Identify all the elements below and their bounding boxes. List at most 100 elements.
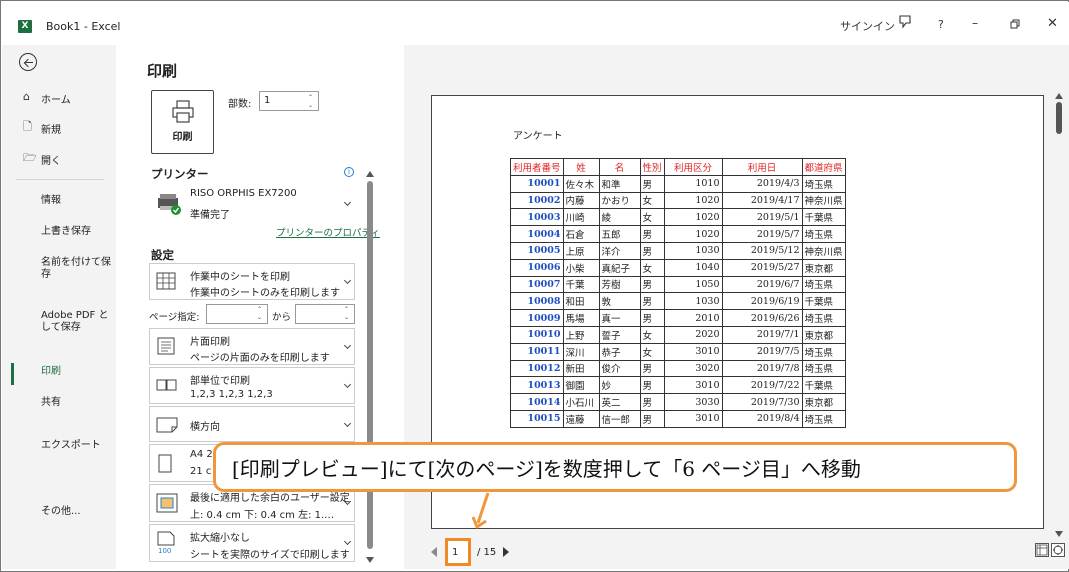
previous-page-icon[interactable] [431,547,437,557]
nav-home[interactable]: ⌂ ホーム [2,90,116,107]
table-cell: 男 [639,309,665,327]
current-page-input[interactable]: 1 [445,538,471,566]
nav-save[interactable]: 上書き保存 [41,226,113,238]
scroll-up-icon[interactable] [366,171,374,177]
table-cell: 男 [639,292,665,311]
table-row: 10008 和田敦男 1030 2019/6/19 千葉県 [510,292,846,311]
nav-more[interactable]: その他... [41,506,113,518]
print-scope-desc: 作業中のシートのみを印刷します [190,288,340,299]
nav-info[interactable]: 情報 [41,195,113,207]
table-cell: 2019/4/3 [721,174,803,193]
table-cell: 千葉 [562,275,600,294]
print-scope-dropdown[interactable]: 作業中のシートを印刷 作業中のシートのみを印刷します [149,263,355,300]
back-arrow-icon[interactable] [19,53,37,71]
collate-dropdown[interactable]: 部単位で印刷 1,2,3 1,2,3 1,2,3 [149,367,355,404]
spin-up-icon[interactable]: ⌃ [344,307,351,313]
table-cell: かおり [598,191,641,210]
collate-desc: 1,2,3 1,2,3 1,2,3 [190,389,273,400]
table-row: 10003 川崎綾女 1020 2019/5/1 千葉県 [510,208,846,227]
table-cell: 2019/7/8 [721,359,803,378]
signin-link[interactable]: サインイン [840,18,895,34]
settings-scrollbar[interactable] [365,171,375,563]
table-cell: 3010 [663,342,723,361]
table-cell: 東京都 [801,258,846,277]
table-cell: 真紀子 [598,258,641,277]
table-cell: 五郎 [598,225,641,243]
table-cell: 10013 [510,376,564,395]
chevron-down-icon [343,537,352,546]
home-icon: ⌂ [23,90,30,103]
spin-up-icon[interactable]: ⌃ [257,307,264,313]
sides-dropdown[interactable]: 片面印刷 ページの片面のみを印刷します [149,328,355,365]
backstage-nav: ⌂ ホーム 🗋 新規 🗁 開く 情報 上書き保存 名前を付けて保存 Adobe … [2,45,116,569]
zoom-to-page-icon[interactable] [1051,543,1065,557]
nav-export[interactable]: エクスポート [41,440,113,452]
table-cell: 1030 [663,241,723,260]
column-header: 都道府県 [801,158,846,176]
close-icon[interactable]: ✕ [1047,16,1058,31]
table-cell: 10011 [510,342,564,361]
printer-dropdown[interactable]: RISO ORPHIS EX7200 準備完了 [149,183,355,223]
table-cell: 馬場 [562,309,600,327]
orientation-dropdown[interactable]: 横方向 [149,406,355,442]
nav-print[interactable]: 印刷 [41,366,113,378]
table-cell: 10006 [510,258,564,277]
table-row: 10006 小柴 真紀子女 1040 2019/5/27 東京都 [510,258,846,277]
page-from-input[interactable]: ⌃ ⌄ [206,304,268,324]
table-cell: 女 [639,208,665,227]
table-cell: 小石川 [562,393,600,411]
folder-icon: 🗁 [23,151,37,164]
feedback-icon[interactable] [898,14,912,30]
info-icon[interactable]: i [344,167,354,177]
sheet-grid-icon [156,272,176,290]
copies-stepper[interactable]: 1 ⌃ ⌄ [259,91,319,111]
preview-scrollbar[interactable] [1054,93,1064,537]
minimize-icon[interactable]: – [972,16,978,30]
restore-icon[interactable] [1010,19,1021,30]
table-cell: 和準 [598,174,641,193]
table-cell: 1020 [663,225,723,243]
column-header: 利用者番号 [510,158,564,176]
table-cell: 10008 [510,292,564,311]
scroll-down-icon[interactable] [1055,531,1063,537]
nav-open[interactable]: 🗁 開く [2,151,116,168]
table-row: 10015 遠藤 信一郎男 3010 2019/8/4 埼玉県 [510,409,846,428]
next-page-icon[interactable] [503,547,509,557]
table-cell: 和田 [562,292,600,311]
spin-down-icon[interactable]: ⌄ [344,315,351,321]
svg-text:100: 100 [158,547,171,555]
page-title: 印刷 [147,62,178,80]
nav-new[interactable]: 🗋 新規 [2,120,116,137]
spin-up-icon[interactable]: ⌃ [308,95,315,101]
scrollbar-thumb[interactable] [1056,102,1062,134]
table-cell: 3010 [663,376,723,395]
spin-down-icon[interactable]: ⌄ [308,103,315,109]
table-cell: 2019/6/19 [721,292,803,311]
table-cell: 2019/7/5 [721,342,803,361]
printer-ready-icon [158,194,181,215]
scroll-down-icon[interactable] [366,557,374,563]
page-to-input[interactable]: ⌃ ⌄ [295,304,355,324]
print-button[interactable]: 印刷 [151,90,214,154]
no-scaling-icon: 100 [157,531,175,555]
sheet-title: アンケート [513,131,563,142]
table-cell: 埼玉県 [801,225,846,243]
nav-save-as[interactable]: 名前を付けて保存 [41,257,113,281]
table-cell: 2019/5/1 [721,208,803,227]
scaling-dropdown[interactable]: 100 拡大縮小なし シートを実際のサイズで印刷します [149,524,355,562]
orientation-value: 横方向 [190,422,220,433]
table-cell: 小柴 [562,258,600,277]
table-cell: 男 [639,359,665,378]
table-row: 10002 内藤 かおり女 1020 2019/4/17 神奈川県 [510,191,846,210]
scrollbar-thumb[interactable] [367,181,373,549]
spin-down-icon[interactable]: ⌄ [257,315,264,321]
nav-share[interactable]: 共有 [41,397,113,409]
pages-label: ページ指定: [149,312,200,323]
table-cell: 川崎 [562,208,600,227]
show-margins-icon[interactable] [1035,543,1049,557]
table-cell: 芳樹 [598,275,641,294]
nav-adobe-pdf[interactable]: Adobe PDF として保存 [41,310,113,334]
table-cell: 妙 [598,376,641,395]
help-icon[interactable]: ? [938,18,944,31]
scroll-up-icon[interactable] [1055,93,1063,99]
